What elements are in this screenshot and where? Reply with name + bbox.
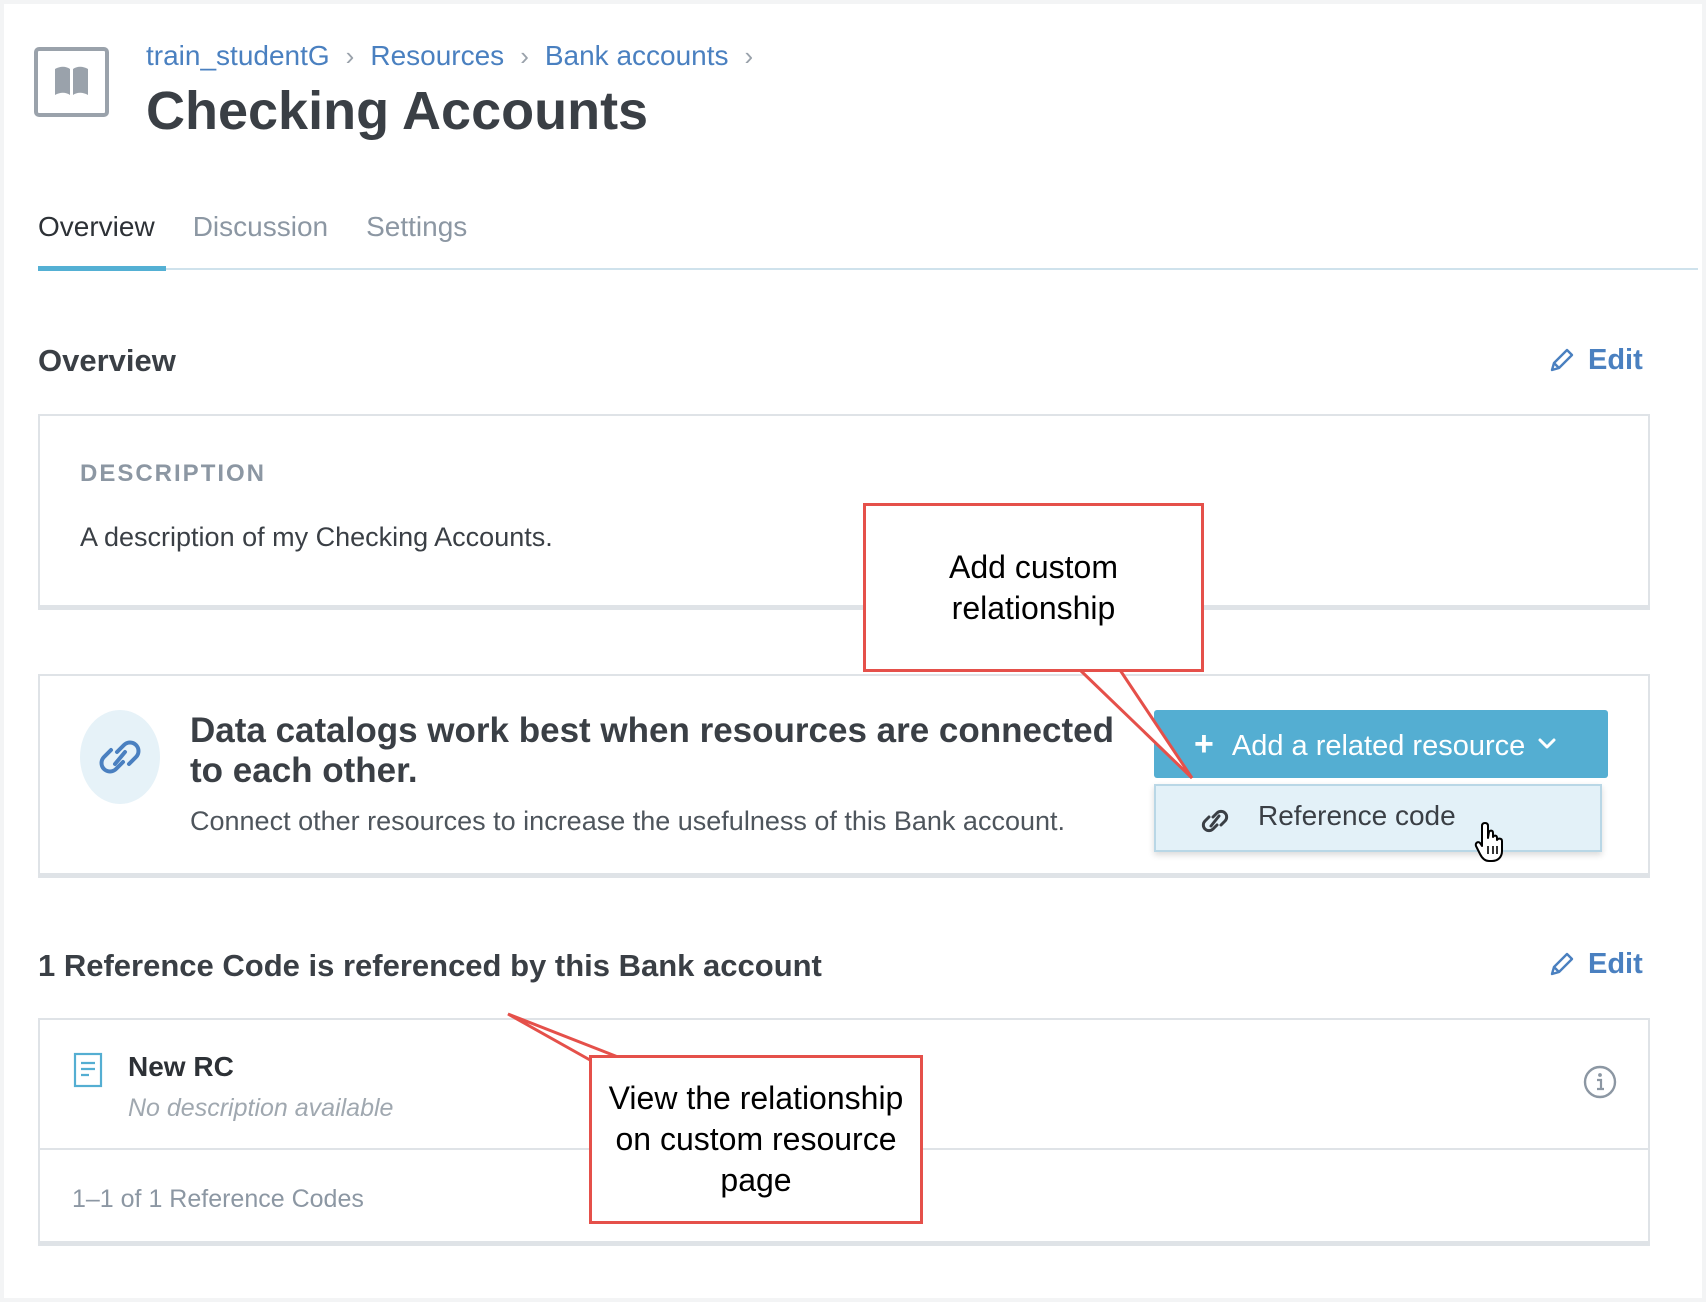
callout-line: on custom resource: [615, 1121, 897, 1157]
callout-line: View the relationship: [608, 1080, 904, 1116]
callout-line: page: [720, 1162, 792, 1198]
callout-line: relationship: [951, 589, 1116, 626]
callout-line: Add custom: [949, 548, 1118, 585]
callout-view-relationship: View the relationship on custom resource…: [589, 1055, 923, 1224]
callout-add-custom-relationship: Add custom relationship: [863, 503, 1204, 672]
